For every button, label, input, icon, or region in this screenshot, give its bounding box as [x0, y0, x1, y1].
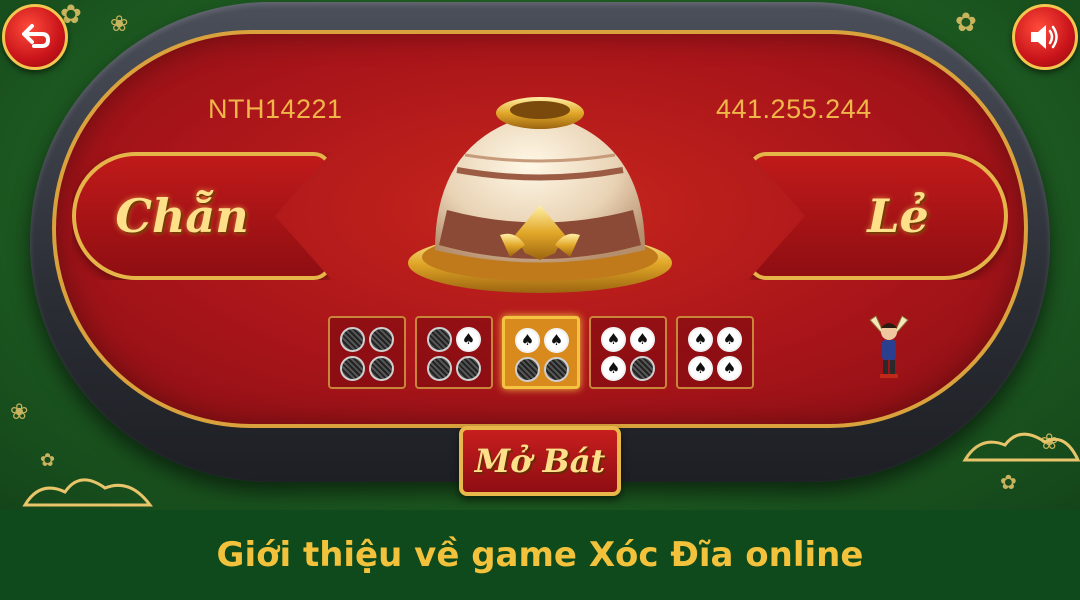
caption-bar: Giới thiệu về game Xóc Đĩa online — [0, 510, 1080, 600]
cloud-decoration-icon — [22, 478, 153, 507]
bet-even-label: Chẵn — [115, 189, 249, 243]
grey-coin-icon — [340, 327, 365, 352]
result-tile: ♠ ♠ — [502, 316, 580, 389]
white-coin-icon: ♠ — [601, 356, 626, 381]
result-tile: ♠ — [415, 316, 493, 389]
white-coin-icon: ♠ — [688, 356, 713, 381]
result-history: ♠ ♠ ♠ ♠ ♠ ♠ ♠ ♠ ♠ ♠ — [328, 316, 754, 389]
speaker-icon — [1031, 25, 1058, 49]
grey-coin-icon — [427, 356, 452, 381]
grey-coin-icon — [630, 356, 655, 381]
open-bowl-button[interactable]: Mở Bát — [459, 426, 621, 496]
grey-coin-icon — [369, 356, 394, 381]
caption-title: Giới thiệu về game Xóc Đĩa online — [216, 535, 864, 575]
white-coin-icon: ♠ — [630, 327, 655, 352]
flower-decoration-icon: ❀ — [110, 12, 129, 37]
white-coin-icon: ♠ — [688, 327, 713, 352]
grey-coin-icon — [515, 357, 540, 382]
back-arrow-icon — [22, 24, 50, 48]
sound-button[interactable] — [1012, 4, 1078, 70]
grey-coin-icon — [427, 327, 452, 352]
cloud-decoration-icon — [962, 432, 1080, 462]
grey-coin-icon — [369, 327, 394, 352]
result-tile: ♠ ♠ ♠ — [589, 316, 667, 389]
back-button[interactable] — [2, 4, 68, 70]
result-tile — [328, 316, 406, 389]
white-coin-icon: ♠ — [717, 356, 742, 381]
grey-coin-icon — [340, 356, 365, 381]
character-avatar[interactable] — [866, 310, 912, 382]
bet-odd-label: Lẻ — [867, 189, 929, 243]
flower-decoration-icon: ❀ — [10, 400, 29, 425]
player-balance: 441.255.244 — [716, 94, 872, 124]
white-coin-icon: ♠ — [515, 328, 540, 353]
white-coin-icon: ♠ — [717, 327, 742, 352]
white-coin-icon: ♠ — [456, 327, 481, 352]
white-coin-icon: ♠ — [544, 328, 569, 353]
grey-coin-icon — [456, 356, 481, 381]
bowl-icon — [408, 97, 672, 293]
player-name: NTH14221 — [208, 94, 343, 124]
white-coin-icon: ♠ — [601, 327, 626, 352]
grey-coin-icon — [544, 357, 569, 382]
result-tile: ♠ ♠ ♠ ♠ — [676, 316, 754, 389]
flower-decoration-icon: ✿ — [1000, 470, 1017, 494]
flower-decoration-icon: ✿ — [955, 8, 977, 38]
open-bowl-label: Mở Bát — [474, 442, 606, 480]
game-scene: ✿ ❀ ✿ ❀ ✿ ❀ ✿ NTH14221 441.255.244 Chẵn … — [0, 0, 1080, 510]
flower-decoration-icon: ✿ — [40, 450, 56, 471]
